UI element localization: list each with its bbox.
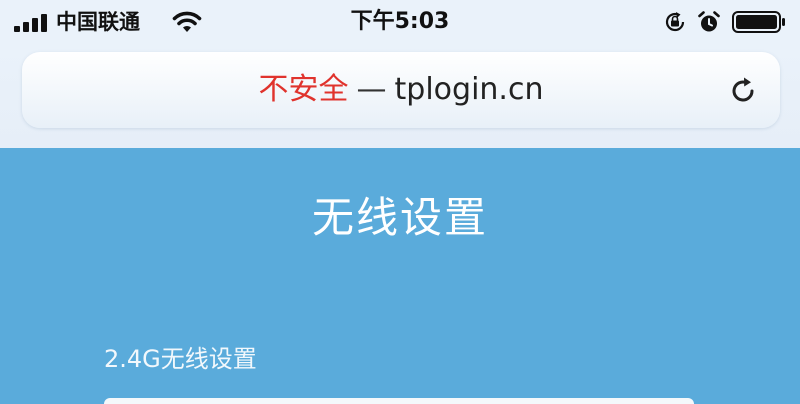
wifi-settings-field[interactable]	[104, 398, 694, 404]
page-content: 无线设置 2.4G无线设置	[0, 148, 800, 404]
domain-text: tplogin.cn	[394, 72, 544, 107]
alarm-icon	[698, 11, 720, 32]
browser-toolbar: 不安全 — tplogin.cn	[0, 44, 800, 148]
security-warning: 不安全	[258, 72, 349, 107]
phone-screen: 中国联通 下午5:03 不安全 — tplogin.cn 无线设置 2.4G无线…	[0, 0, 800, 404]
separator: —	[356, 72, 387, 107]
rotation-lock-icon	[665, 12, 685, 32]
address-text: 不安全 — tplogin.cn	[22, 72, 780, 108]
battery-icon	[732, 11, 785, 33]
page-title: 无线设置	[311, 193, 488, 242]
address-bar[interactable]: 不安全 — tplogin.cn	[22, 52, 780, 128]
section-label: 2.4G无线设置	[104, 345, 257, 373]
status-bar: 中国联通 下午5:03	[0, 0, 800, 44]
reload-icon[interactable]	[726, 74, 760, 108]
